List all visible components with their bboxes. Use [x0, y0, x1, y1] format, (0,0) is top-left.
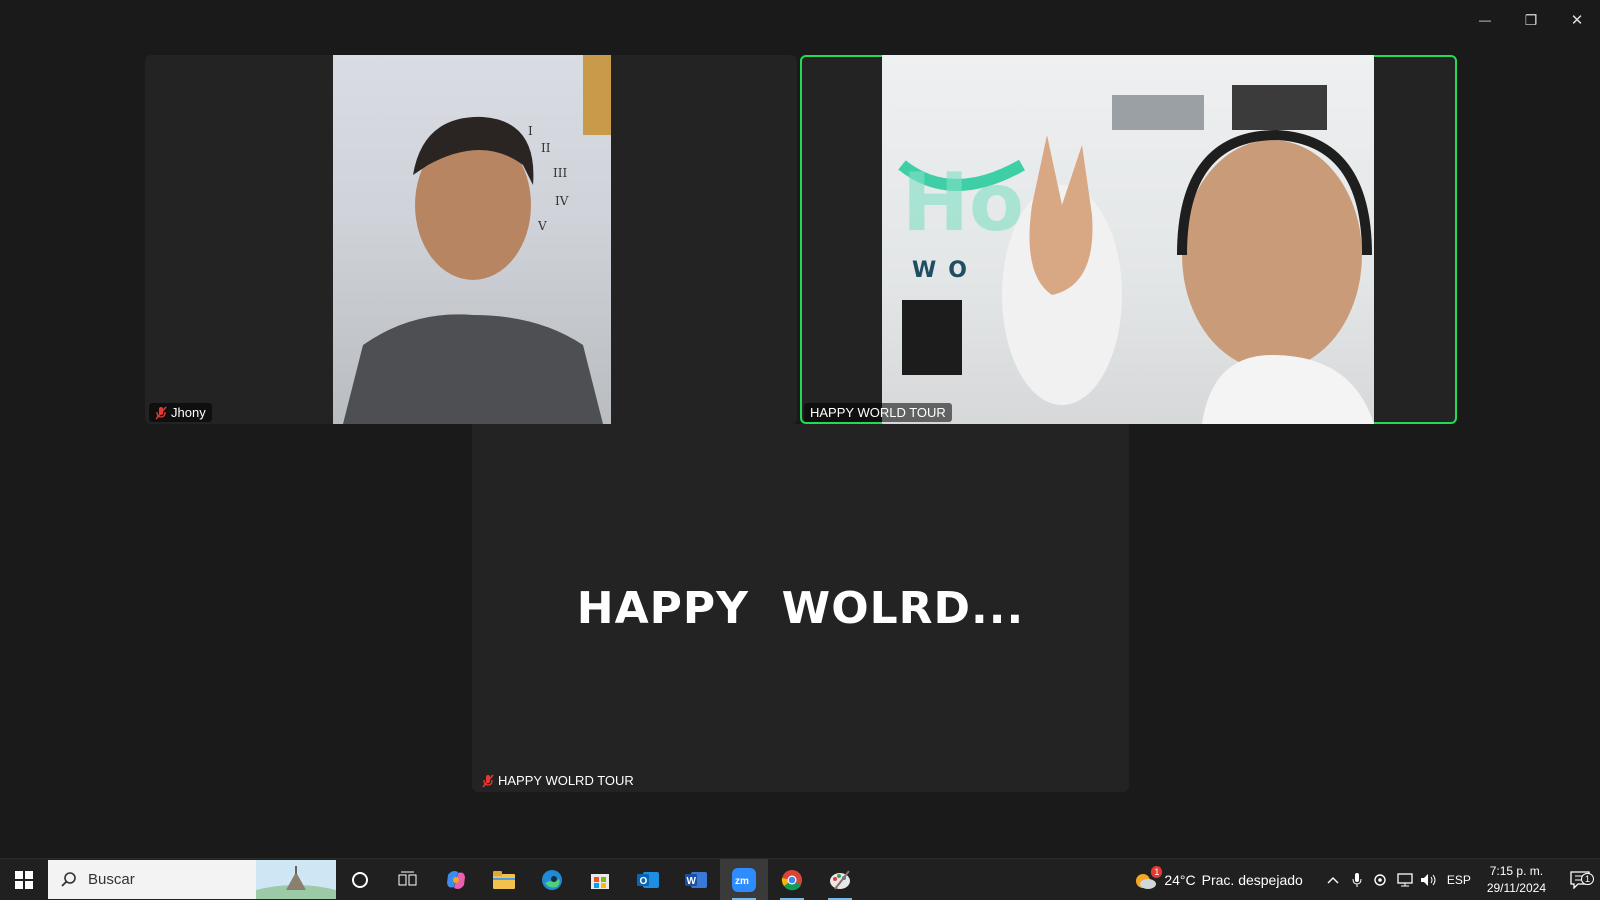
- taskbar-search-box[interactable]: Buscar: [48, 860, 336, 899]
- clock-time: 7:15 p. m.: [1489, 863, 1544, 878]
- zoom-icon[interactable]: zm: [720, 859, 768, 900]
- microphone-icon[interactable]: [1345, 872, 1369, 888]
- video-tile-jhony[interactable]: I II III IV V Jhony: [145, 55, 797, 424]
- svg-text:V: V: [537, 219, 547, 233]
- system-tray: 1 24°C Prac. despejado ESP 7:15 p. m. 29…: [1134, 859, 1600, 900]
- notification-count: 1: [1580, 872, 1594, 885]
- participant-name: HAPPY WORLD TOUR: [810, 405, 946, 420]
- video-tile-happy-world-tour[interactable]: Ho WO HAPPY WORLD TOUR: [800, 55, 1457, 424]
- paint-icon[interactable]: [816, 859, 864, 900]
- clock-date: 29/11/2024: [1486, 880, 1546, 895]
- start-button[interactable]: [0, 859, 48, 900]
- svg-text:III: III: [553, 166, 567, 180]
- weather-condition: Prac. despejado: [1201, 871, 1303, 888]
- participant-name-tag: Jhony: [149, 403, 212, 422]
- search-highlight-image: [256, 860, 336, 899]
- windows-logo-icon: [15, 870, 33, 889]
- camera-icon[interactable]: [1369, 873, 1393, 887]
- restore-button[interactable]: ❐: [1508, 0, 1554, 40]
- svg-text:O: O: [640, 876, 648, 887]
- file-explorer-icon[interactable]: [480, 859, 528, 900]
- mic-muted-icon: [155, 406, 167, 420]
- clock[interactable]: 7:15 p. m. 29/11/2024: [1487, 863, 1546, 897]
- taskbar: Buscar O W zm 1 24°C Prac. despejado ESP…: [0, 858, 1600, 900]
- svg-text:I: I: [528, 124, 533, 138]
- office-video-frame: Ho WO: [898, 85, 1374, 424]
- edge-icon[interactable]: [528, 859, 576, 900]
- svg-text:zm: zm: [735, 876, 749, 887]
- svg-text:WO: WO: [912, 258, 979, 283]
- language-indicator[interactable]: ESP: [1447, 873, 1471, 887]
- notification-center-icon[interactable]: 1: [1560, 870, 1600, 889]
- video-tile-happy-wolrd-tour[interactable]: HAPPY WOLRD... HAPPY WOLRD TOUR: [472, 424, 1129, 792]
- weather-widget[interactable]: 1 24°C Prac. despejado: [1134, 865, 1303, 891]
- minimize-button[interactable]: —: [1462, 0, 1508, 40]
- svg-text:II: II: [541, 141, 551, 155]
- participant-display-name: HAPPY WOLRD...: [576, 582, 1025, 634]
- task-view-icon[interactable]: [384, 859, 432, 900]
- participant-name-tag: HAPPY WORLD TOUR: [804, 403, 952, 422]
- participant-name: Jhony: [171, 405, 206, 420]
- person-video-frame: I II III IV V: [343, 55, 611, 424]
- cortana-icon[interactable]: [336, 859, 384, 900]
- close-button[interactable]: ✕: [1554, 0, 1600, 40]
- chrome-icon[interactable]: [768, 859, 816, 900]
- search-placeholder: Buscar: [88, 871, 135, 888]
- mic-muted-icon: [482, 774, 494, 788]
- weather-icon: 1: [1134, 865, 1163, 891]
- weather-badge: 1: [1151, 865, 1163, 878]
- participant-video: Ho WO: [882, 55, 1374, 424]
- window-controls: — ❐ ✕: [1462, 0, 1600, 40]
- svg-text:W: W: [687, 876, 697, 887]
- outlook-icon[interactable]: O: [624, 859, 672, 900]
- participant-name: HAPPY WOLRD TOUR: [498, 773, 634, 788]
- weather-temperature: 24°C: [1164, 871, 1196, 888]
- copilot-icon[interactable]: [432, 859, 480, 900]
- svg-text:Ho: Ho: [902, 156, 1024, 249]
- svg-text:IV: IV: [555, 194, 569, 208]
- volume-icon[interactable]: [1417, 873, 1441, 887]
- network-icon[interactable]: [1393, 872, 1417, 887]
- word-icon[interactable]: W: [672, 859, 720, 900]
- search-icon: [61, 871, 76, 887]
- store-icon[interactable]: [576, 859, 624, 900]
- chevron-up-icon[interactable]: [1321, 876, 1345, 884]
- participant-video: I II III IV V: [333, 55, 611, 424]
- participant-name-tag: HAPPY WOLRD TOUR: [476, 771, 640, 790]
